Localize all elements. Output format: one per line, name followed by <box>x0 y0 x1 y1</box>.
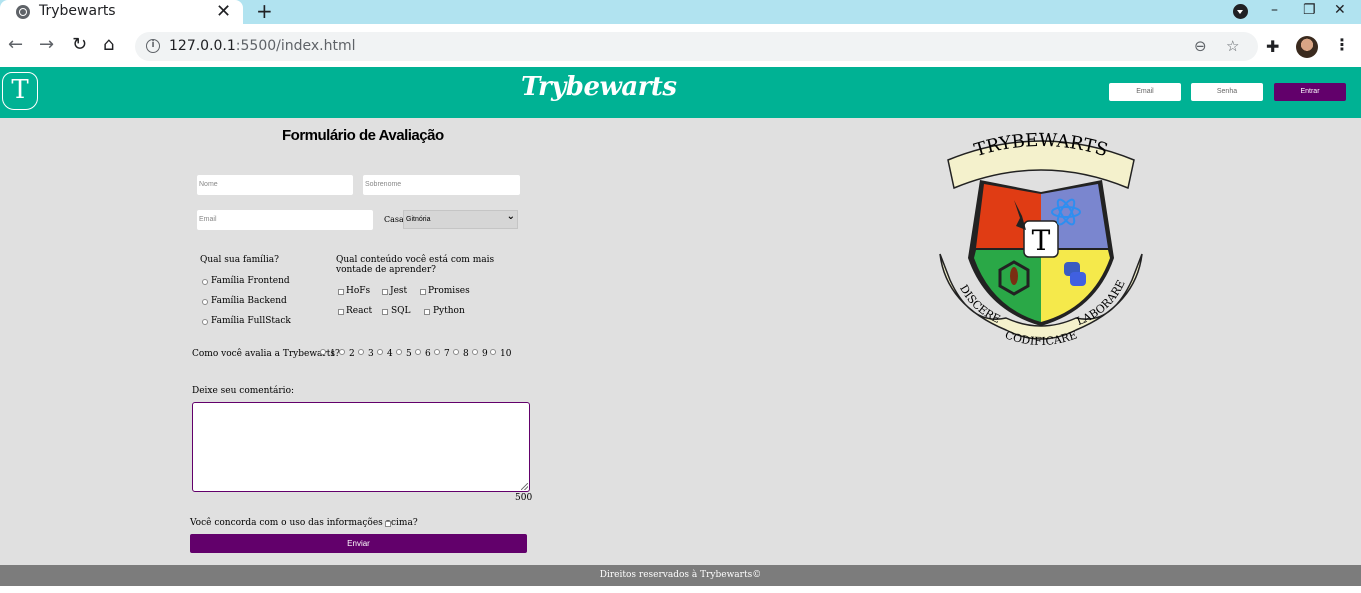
family-fullstack-radio[interactable] <box>202 319 208 325</box>
crest-center-letter: T <box>1032 224 1051 257</box>
rating-1-label: 1 <box>330 349 336 359</box>
react-checkbox[interactable] <box>338 309 344 315</box>
family-frontend-radio[interactable] <box>202 279 208 285</box>
url-text[interactable]: 127.0.0.1:5500/index.html <box>169 38 356 54</box>
plus-icon[interactable]: + <box>256 0 273 23</box>
rating-10-radio[interactable] <box>490 349 496 355</box>
hofs-checkbox[interactable] <box>338 289 344 295</box>
site-header: T Trybewarts Email Senha Entrar <box>0 67 1361 118</box>
resize-handle-icon[interactable] <box>521 483 528 490</box>
rating-9-label: 9 <box>482 349 488 359</box>
rating-7-radio[interactable] <box>434 349 440 355</box>
avatar[interactable] <box>1296 36 1318 58</box>
close-icon[interactable]: ✕ <box>216 1 231 22</box>
forward-icon[interactable]: → <box>39 34 54 55</box>
browser-tab-strip: Trybewarts ✕ + – ❐ ✕ <box>0 0 1361 24</box>
page-bottom-margin <box>0 586 1361 593</box>
tab-search-icon[interactable] <box>1233 4 1248 19</box>
browser-toolbar: ← → ↻ ⌂ i 127.0.0.1:5500/index.html ⊖ ☆ … <box>0 24 1361 67</box>
chevron-down-icon: ⌄ <box>506 211 515 222</box>
rating-1-radio[interactable] <box>320 349 326 355</box>
globe-icon <box>16 5 30 19</box>
page-body: T Trybewarts Email Senha Entrar Formulár… <box>0 67 1361 593</box>
rating-3-radio[interactable] <box>358 349 364 355</box>
login-button[interactable]: Entrar <box>1274 83 1346 101</box>
sql-checkbox[interactable] <box>382 309 388 315</box>
star-icon[interactable]: ☆ <box>1226 37 1239 55</box>
zoom-icon[interactable]: ⊖ <box>1194 37 1207 55</box>
rating-7-label: 7 <box>444 349 450 359</box>
sql-label: SQL <box>391 306 411 316</box>
rating-5-radio[interactable] <box>396 349 402 355</box>
house-select[interactable]: Gitnória ⌄ <box>403 210 518 229</box>
promises-label: Promises <box>428 286 470 296</box>
browser-tab[interactable]: Trybewarts ✕ <box>0 0 243 24</box>
rating-4-label: 4 <box>387 349 393 359</box>
rating-3-label: 3 <box>368 349 374 359</box>
logo: T <box>2 72 38 110</box>
reload-icon[interactable]: ↻ <box>72 34 87 55</box>
python-checkbox[interactable] <box>424 309 430 315</box>
family-frontend-label: Família Frontend <box>211 276 290 286</box>
family-fullstack-label: Família FullStack <box>211 316 291 326</box>
submit-button[interactable]: Enviar <box>190 534 527 553</box>
tab-title: Trybewarts <box>39 3 116 19</box>
rating-8-radio[interactable] <box>453 349 459 355</box>
agreement-label: Você concorda com o uso das informações … <box>190 518 418 528</box>
rating-5-label: 5 <box>406 349 412 359</box>
form-title: Formulário de Avaliação <box>282 127 444 144</box>
rating-question: Como você avalia a Trybewarts? <box>192 349 340 359</box>
name-input[interactable]: Nome <box>197 175 353 195</box>
login-password-input[interactable]: Senha <box>1191 83 1263 101</box>
rating-4-radio[interactable] <box>377 349 383 355</box>
lastname-input[interactable]: Sobrenome <box>363 175 520 195</box>
login-email-input[interactable]: Email <box>1109 83 1181 101</box>
rating-2-label: 2 <box>349 349 355 359</box>
address-bar[interactable]: i 127.0.0.1:5500/index.html ⊖ ☆ <box>135 32 1258 61</box>
house-selected: Gitnória <box>406 216 431 223</box>
jest-label: Jest <box>390 286 408 296</box>
agreement-checkbox[interactable] <box>385 521 391 527</box>
back-icon[interactable]: ← <box>8 34 23 55</box>
promises-checkbox[interactable] <box>420 289 426 295</box>
jest-checkbox[interactable] <box>382 289 388 295</box>
home-icon[interactable]: ⌂ <box>103 34 114 55</box>
rating-6-radio[interactable] <box>415 349 421 355</box>
extensions-icon[interactable]: ✚ <box>1266 37 1279 56</box>
window-close-icon[interactable]: ✕ <box>1334 2 1346 18</box>
rating-2-radio[interactable] <box>339 349 345 355</box>
email-input[interactable]: Email <box>197 210 373 230</box>
restore-icon[interactable]: ❐ <box>1303 2 1316 18</box>
hofs-label: HoFs <box>346 286 371 296</box>
rating-10-label: 10 <box>500 349 512 359</box>
site-footer: Direitos reservados à Trybewarts© <box>0 565 1361 586</box>
char-counter: 500 <box>515 493 533 503</box>
rating-6-label: 6 <box>425 349 431 359</box>
rating-9-radio[interactable] <box>472 349 478 355</box>
python-label: Python <box>433 306 465 316</box>
minimize-icon[interactable]: – <box>1271 2 1278 18</box>
family-backend-radio[interactable] <box>202 299 208 305</box>
comment-textarea[interactable] <box>192 402 530 492</box>
comment-label: Deixe seu comentário: <box>192 386 295 396</box>
info-icon[interactable]: i <box>146 39 160 53</box>
react-label: React <box>346 306 373 316</box>
content-question: Qual conteúdo você está com mais vontade… <box>336 255 495 275</box>
trybewarts-crest: T TRYBEWARTS DISCERE CODIFICARE LABORARE <box>939 130 1143 348</box>
site-title: Trybewarts <box>521 72 677 102</box>
family-backend-label: Família Backend <box>211 296 287 306</box>
rating-8-label: 8 <box>463 349 469 359</box>
kebab-menu-icon[interactable]: ⋮ <box>1334 35 1350 54</box>
family-question: Qual sua família? <box>200 255 279 265</box>
